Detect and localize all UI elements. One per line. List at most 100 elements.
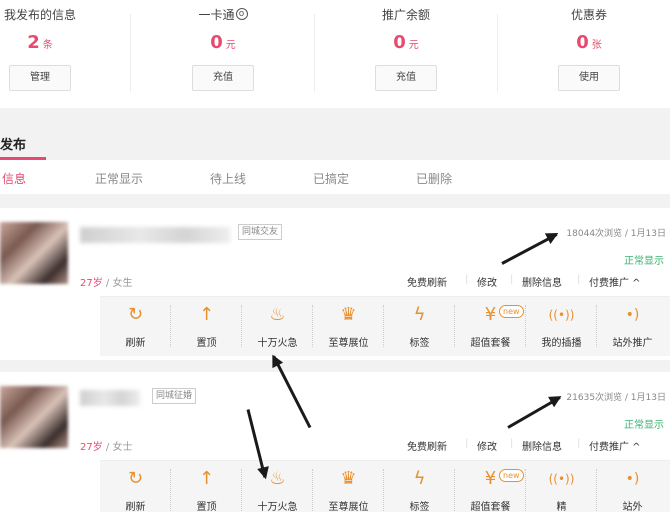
delete-link[interactable]: 删除信息 <box>522 274 562 289</box>
new-badge: new <box>499 469 524 482</box>
stat-promo-balance: 推广余额 0元 充值 <box>326 0 486 108</box>
post-title-blurred[interactable] <box>80 227 230 243</box>
tab-all-posts[interactable]: 信息 <box>2 170 26 187</box>
avatar[interactable] <box>0 386 68 448</box>
section-title: 发布 <box>0 138 27 153</box>
tool-label: 十万火急 <box>257 338 298 349</box>
divider <box>130 14 131 92</box>
free-refresh-link[interactable]: 免费刷新 <box>407 438 447 453</box>
tool-external-promo[interactable]: •) 站外推广 <box>597 297 668 357</box>
tool-label: 置顶 <box>196 502 217 512</box>
section-header: 发布 <box>0 124 670 160</box>
stat-label-text: 一卡通 <box>198 8 235 22</box>
tool-refresh[interactable]: ↻ 刷新 <box>100 461 171 512</box>
refresh-icon: ↻ <box>127 468 144 489</box>
separator: | <box>577 274 581 285</box>
post-card: 同城征婚 27岁 / 女士 21635次浏览 / 1月13日 正常显示 免费刷新… <box>0 372 670 512</box>
use-coupon-button[interactable]: 使用 <box>558 65 620 91</box>
free-refresh-link[interactable]: 免费刷新 <box>407 274 447 289</box>
divider <box>497 14 498 92</box>
tool-label: 至尊展位 <box>328 338 369 349</box>
delete-link[interactable]: 删除信息 <box>522 438 562 453</box>
tool-pin-top[interactable]: ↑ 置顶 <box>171 461 242 512</box>
separator: | <box>510 274 514 285</box>
user-meta: 27岁 / 女生 <box>80 278 133 289</box>
tool-premium-spot[interactable]: ♛ 至尊展位 <box>313 461 384 512</box>
stat-value: 0张 <box>509 32 669 53</box>
manage-button[interactable]: 管理 <box>9 65 71 91</box>
lightning-icon: ϟ <box>413 468 426 489</box>
tool-label: 超值套餐 <box>470 338 511 349</box>
tool-urgent[interactable]: ♨ 十万火急 <box>242 297 313 357</box>
status-badge: 正常显示 <box>624 420 664 431</box>
tool-label: 站外 <box>622 502 643 512</box>
recharge-card-button[interactable]: 充值 <box>192 65 254 91</box>
arrow-up-icon: ↑ <box>198 304 215 325</box>
info-icon[interactable]: o <box>235 8 248 20</box>
promotion-toolbar: ↻ 刷新 ↑ 置顶 ♨ 十万火急 ♛ 至尊展位 ϟ 标签 ¥ new 超值套餐 ((•)) 精 … <box>100 460 670 512</box>
stat-value: 0元 <box>143 32 303 53</box>
stat-coupons: 优惠券 0张 使用 <box>509 0 669 108</box>
paid-promotion-toggle[interactable]: 付费推广 ^ <box>589 438 641 453</box>
crown-icon: ♛ <box>340 468 357 489</box>
promotion-toolbar: ↻ 刷新 ↑ 置顶 ♨ 十万火急 ♛ 至尊展位 ϟ 标签 ¥ new 超值套餐 ((•)) 我的… <box>100 296 670 356</box>
tool-premium-spot[interactable]: ♛ 至尊展位 <box>313 297 384 357</box>
user-meta: 27岁 / 女士 <box>80 442 133 453</box>
tool-value-package[interactable]: ¥ new 超值套餐 <box>455 461 526 512</box>
tab-done[interactable]: 已搞定 <box>313 170 349 187</box>
tab-deleted[interactable]: 已删除 <box>416 170 452 187</box>
recharge-promo-button[interactable]: 充值 <box>375 65 437 91</box>
tool-label: 精 <box>556 502 567 512</box>
filter-tabs: 信息 正常显示 待上线 已搞定 已删除 <box>0 160 670 194</box>
user-gender: 女士 <box>112 442 133 453</box>
post-title-blurred[interactable] <box>80 390 140 406</box>
signal-icon: •) <box>625 307 640 323</box>
tool-tag[interactable]: ϟ 标签 <box>384 297 455 357</box>
separator: | <box>510 438 514 449</box>
stat-unit: 条 <box>42 40 53 51</box>
separator: | <box>465 274 469 285</box>
lightning-icon: ϟ <box>413 304 426 325</box>
edit-link[interactable]: 修改 <box>477 438 497 453</box>
paid-promotion-toggle[interactable]: 付费推广 ^ <box>589 274 641 289</box>
tool-pin-top[interactable]: ↑ 置顶 <box>171 297 242 357</box>
avatar[interactable] <box>0 222 68 284</box>
tool-label: 十万火急 <box>257 502 298 512</box>
divider <box>314 14 315 92</box>
category-tag: 同城交友 <box>238 224 283 240</box>
tool-value-package[interactable]: ¥ new 超值套餐 <box>455 297 526 357</box>
tool-label: 标签 <box>409 338 430 349</box>
user-gender: 女生 <box>112 278 133 289</box>
arrow-up-icon: ↑ <box>198 468 215 489</box>
post-card: 同城交友 27岁 / 女生 18044次浏览 / 1月13日 正常显示 免费刷新… <box>0 208 670 360</box>
tool-external-promo[interactable]: •) 站外 <box>597 461 668 512</box>
view-count: 18044次浏览 / 1月13日 <box>566 229 666 239</box>
flame-icon: ♨ <box>269 304 286 325</box>
stat-unit: 张 <box>591 40 602 51</box>
tool-urgent[interactable]: ♨ 十万火急 <box>242 461 313 512</box>
tool-my-insert[interactable]: ((•)) 精 <box>526 461 597 512</box>
tool-my-insert[interactable]: ((•)) 我的插播 <box>526 297 597 357</box>
tab-normal[interactable]: 正常显示 <box>95 170 143 187</box>
account-stats-panel: 我发布的信息 2条 管理 一卡通 o 0元 充值 推广余额 0元 充值 优惠券 0… <box>0 0 670 108</box>
user-age: 27岁 <box>80 278 103 289</box>
stat-value: 2条 <box>0 32 120 53</box>
edit-link[interactable]: 修改 <box>477 274 497 289</box>
crown-icon: ♛ <box>340 304 357 325</box>
tab-pending[interactable]: 待上线 <box>210 170 246 187</box>
tool-label: 标签 <box>409 502 430 512</box>
stat-my-posts: 我发布的信息 2条 管理 <box>0 0 120 108</box>
stat-label: 优惠券 <box>570 8 607 22</box>
tool-label: 超值套餐 <box>470 502 511 512</box>
stat-number: 2 <box>27 32 40 53</box>
tool-refresh[interactable]: ↻ 刷新 <box>100 297 171 357</box>
broadcast-icon: ((•)) <box>548 472 575 486</box>
stat-number: 0 <box>393 32 406 53</box>
tool-tag[interactable]: ϟ 标签 <box>384 461 455 512</box>
stat-label: 我发布的信息 <box>3 8 76 22</box>
tool-label: 刷新 <box>125 338 146 349</box>
tool-label: 我的插播 <box>541 338 582 349</box>
stat-number: 0 <box>576 32 589 53</box>
stat-unit: 元 <box>225 40 236 51</box>
tool-label: 站外推广 <box>612 338 653 349</box>
